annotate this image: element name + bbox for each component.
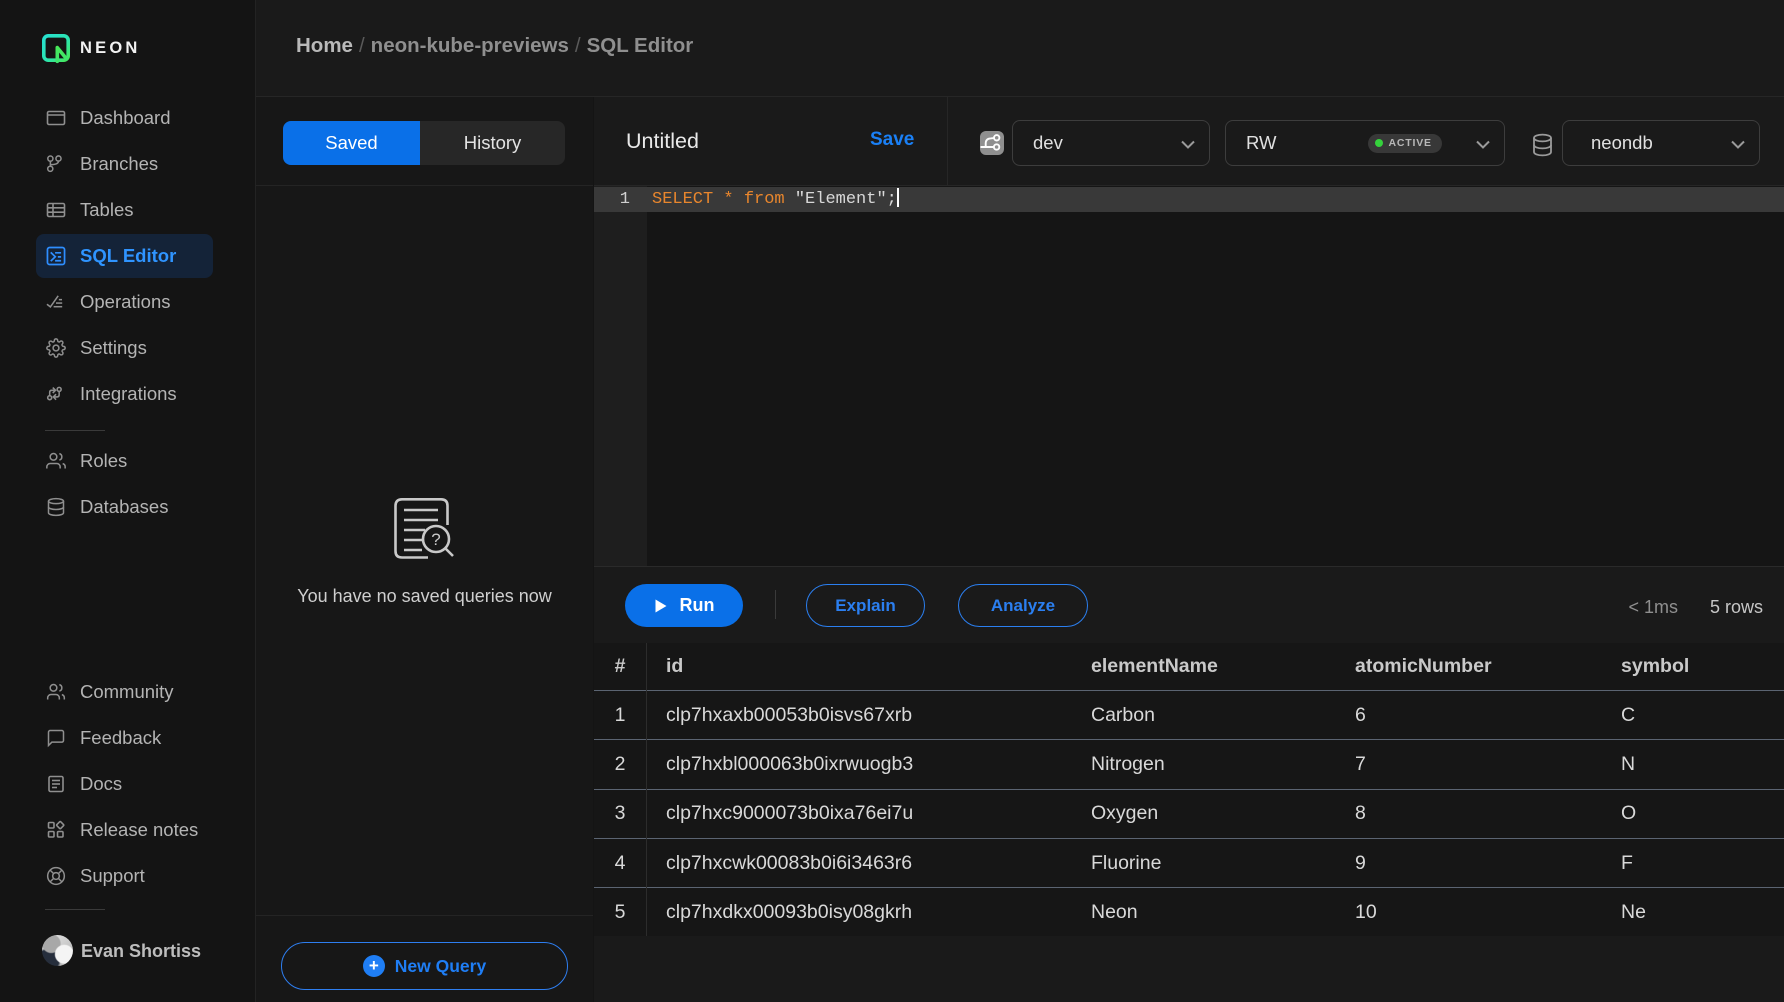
svg-text:?: ? [431, 530, 440, 549]
